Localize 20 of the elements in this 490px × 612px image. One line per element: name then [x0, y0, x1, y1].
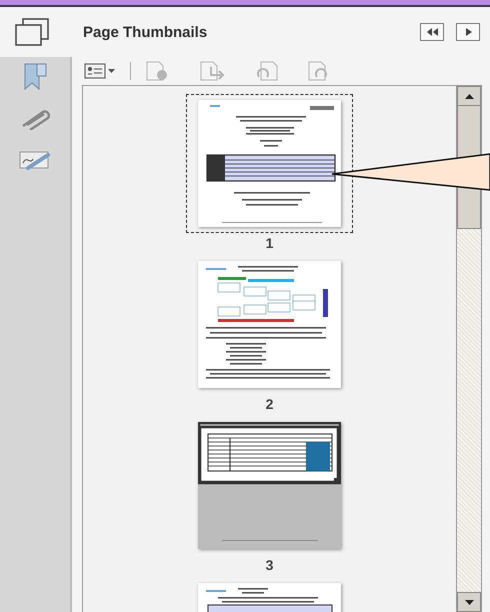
- signature-icon: [18, 149, 52, 171]
- page-thumbnail[interactable]: [186, 94, 353, 233]
- rewind-icon: [426, 28, 438, 36]
- page-number: 2: [266, 396, 274, 412]
- pages-icon: [14, 18, 50, 46]
- rotate-left-icon: [255, 61, 279, 81]
- scroll-up-button[interactable]: [457, 86, 481, 106]
- page-number: 3: [266, 557, 274, 573]
- play-icon: [464, 28, 472, 36]
- collapse-button[interactable]: [420, 23, 444, 41]
- options-icon: [84, 63, 116, 79]
- page-insert-icon: [199, 61, 227, 81]
- expand-button[interactable]: [456, 23, 480, 41]
- up-arrow-icon: [464, 94, 474, 98]
- scroll-down-button[interactable]: [457, 592, 481, 612]
- down-arrow-icon: [464, 600, 474, 604]
- panel-title: Page Thumbnails: [83, 24, 208, 40]
- page-number: 1: [266, 235, 274, 251]
- bookmark-icon: [22, 61, 48, 91]
- options-button[interactable]: [84, 63, 116, 79]
